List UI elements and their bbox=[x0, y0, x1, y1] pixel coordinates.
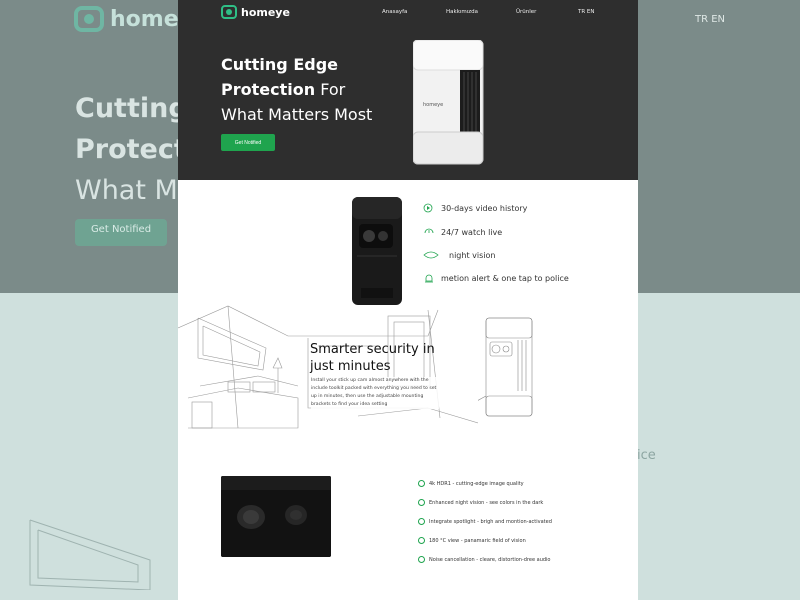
hero-title-line-3: What Matters Most bbox=[221, 105, 373, 124]
spec-label: Integrate spotlight - brigh and montion-… bbox=[429, 518, 552, 525]
background-sketch bbox=[29, 519, 151, 590]
smart-security-title: Smarter security in just minutes bbox=[310, 342, 435, 374]
feature-item: metion alert & one tap to police bbox=[423, 273, 569, 283]
top-nav: Anasayfa Hakkımızda Ürünler TR EN bbox=[178, 9, 638, 19]
spec-label: 4k HDR1 - cutting-edge image quality bbox=[429, 480, 524, 487]
feature-label: 24/7 watch live bbox=[441, 227, 503, 237]
background-side-text: ice bbox=[637, 448, 656, 463]
hero-title-line-1: Cutting Edge bbox=[221, 55, 339, 74]
homeye-logo-icon bbox=[74, 6, 104, 32]
feature-item: 24/7 watch live bbox=[423, 227, 502, 237]
hero-title: Cutting Edge Protection For What Matters… bbox=[221, 52, 421, 127]
check-circle-icon bbox=[418, 518, 425, 525]
spec-label: Noise cancellation - cleare, distortion-… bbox=[429, 556, 551, 563]
alert-icon bbox=[425, 274, 433, 283]
spec-label: Enhanced night vision - see colors in th… bbox=[429, 499, 544, 506]
feature-item: 30-days video history bbox=[423, 203, 527, 213]
get-notified-button[interactable]: Get Notified bbox=[221, 134, 275, 151]
check-circle-icon bbox=[418, 537, 425, 544]
camera-closeup-image bbox=[221, 476, 331, 557]
hero-section: homeye Anasayfa Hakkımızda Ürünler TR EN… bbox=[178, 0, 638, 180]
check-circle-icon bbox=[418, 480, 425, 487]
feature-label: night vision bbox=[449, 250, 496, 260]
spec-item: Integrate spotlight - brigh and montion-… bbox=[418, 518, 552, 525]
nav-item-urunler[interactable]: Ürünler bbox=[516, 9, 536, 15]
nav-item-hakkimizda[interactable]: Hakkımızda bbox=[446, 9, 478, 15]
spec-label: 180 °C view - panamaric field of vision bbox=[429, 537, 526, 544]
camera-image bbox=[352, 197, 402, 305]
spec-item: 4k HDR1 - cutting-edge image quality bbox=[418, 480, 524, 487]
24-7-icon bbox=[424, 228, 434, 234]
play-icon bbox=[423, 203, 433, 213]
check-circle-icon bbox=[418, 499, 425, 506]
language-switch[interactable]: TR EN bbox=[578, 9, 595, 15]
hero-title-line-2-rest: For bbox=[315, 80, 346, 99]
camera-lens-photo bbox=[221, 476, 331, 557]
hero-title-line-2-bold: Protection bbox=[221, 80, 316, 99]
device-sketch bbox=[478, 317, 533, 417]
landing-page: homeye Anasayfa Hakkımızda Ürünler TR EN… bbox=[178, 0, 638, 600]
check-circle-icon bbox=[418, 556, 425, 563]
hero-device-image: homeye bbox=[413, 40, 484, 165]
smart-security-body: Install your stick up cam almost anywher… bbox=[311, 377, 439, 409]
spec-item: Enhanced night vision - see colors in th… bbox=[418, 499, 543, 506]
eye-icon bbox=[423, 251, 439, 259]
nav-item-anasayfa[interactable]: Anasayfa bbox=[382, 9, 407, 15]
feature-label: metion alert & one tap to police bbox=[441, 273, 569, 283]
background-cta-button: Get Notified bbox=[75, 219, 167, 246]
hero-device-label: homeye bbox=[423, 102, 443, 108]
feature-item: night vision bbox=[423, 250, 495, 260]
spec-item: 180 °C view - panamaric field of vision bbox=[418, 537, 526, 544]
background-lang: TR EN bbox=[695, 14, 726, 25]
feature-label: 30-days video history bbox=[441, 203, 528, 213]
spec-item: Noise cancellation - cleare, distortion-… bbox=[418, 556, 551, 563]
